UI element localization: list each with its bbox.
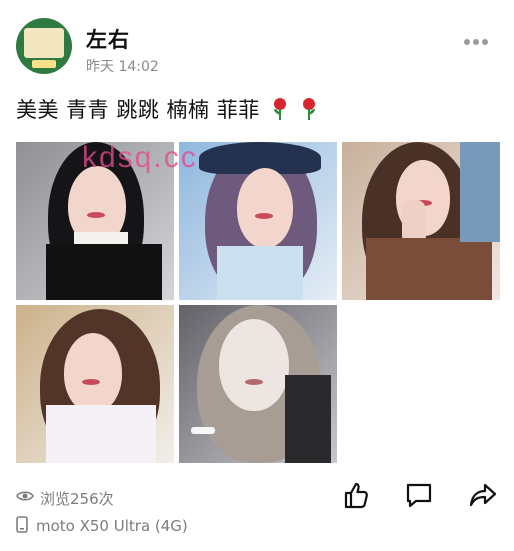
share-icon	[468, 480, 498, 514]
phone-icon	[16, 515, 28, 537]
post-actions	[338, 480, 500, 514]
views-count: 浏览256次	[40, 489, 114, 508]
caption-text: 美美 青青 跳跳 楠楠 菲菲	[16, 98, 260, 122]
views-info: 浏览256次	[16, 488, 114, 508]
author-name[interactable]: 左右	[86, 24, 130, 54]
post-time: 昨天 14:02	[86, 59, 159, 75]
rose-icon	[271, 97, 289, 121]
share-button[interactable]	[466, 480, 500, 514]
avatar-frame	[24, 28, 64, 58]
rose-icon	[300, 97, 318, 121]
photo-1[interactable]	[16, 142, 174, 300]
eye-icon	[16, 489, 34, 507]
like-button[interactable]	[338, 480, 372, 514]
avatar-badge	[32, 60, 56, 68]
photo-grid	[16, 142, 500, 464]
photo-4[interactable]	[16, 305, 174, 463]
more-icon[interactable]	[464, 30, 496, 45]
photo-2[interactable]	[179, 142, 337, 300]
comment-icon	[404, 480, 434, 514]
device-name: moto X50 Ultra (4G)	[36, 517, 188, 535]
thumbs-up-icon	[340, 480, 370, 514]
post-caption: 美美 青青 跳跳 楠楠 菲菲	[16, 97, 318, 123]
photo-3[interactable]	[342, 142, 500, 300]
photo-5[interactable]	[179, 305, 337, 463]
comment-button[interactable]	[402, 480, 436, 514]
avatar[interactable]	[16, 18, 72, 74]
post-header: 左右 昨天 14:02	[16, 18, 498, 78]
device-info: moto X50 Ultra (4G)	[16, 515, 188, 537]
